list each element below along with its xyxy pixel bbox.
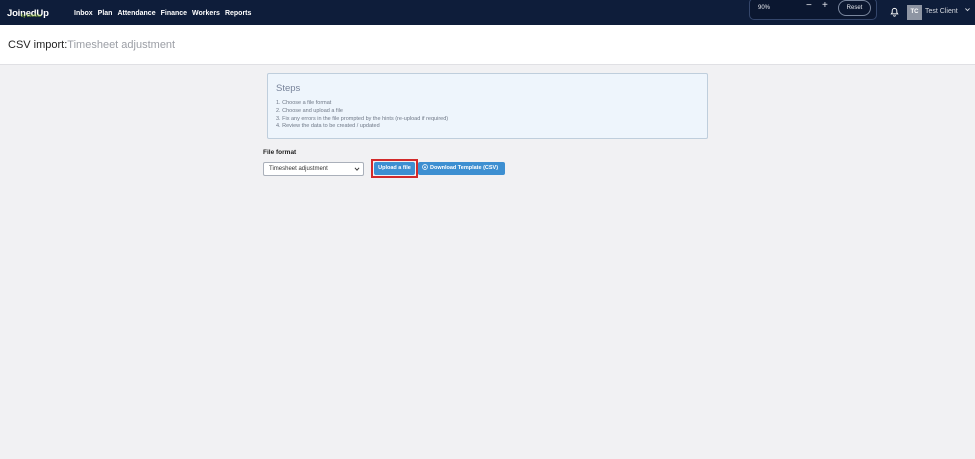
chevron-down-icon[interactable]: [964, 6, 971, 13]
steps-list: 1. Choose a file format 2. Choose and up…: [276, 100, 448, 131]
download-template-label: Download Template (CSV): [430, 165, 499, 171]
file-format-selected-value: Timesheet adjustment: [269, 166, 328, 172]
page-header: CSV import:Timesheet adjustment: [0, 25, 975, 65]
joinedup-logo[interactable]: JoinedUp by beeline: [7, 4, 49, 20]
avatar[interactable]: TC: [907, 5, 922, 20]
nav-reports[interactable]: Reports: [225, 10, 251, 17]
nav-inbox[interactable]: Inbox: [74, 10, 93, 17]
nav-workers[interactable]: Workers: [192, 10, 220, 17]
zoom-level: 90%: [758, 5, 771, 11]
step-item: 4. Review the data to be created / updat…: [276, 123, 380, 130]
download-icon: [422, 164, 428, 170]
logo-subtext: by beeline: [21, 13, 42, 18]
step-item: 3. Fix any errors in the file prompted b…: [276, 115, 449, 122]
step-item: 2. Choose and upload a file: [276, 107, 343, 114]
zoom-control: 90% − + Reset: [749, 0, 877, 20]
steps-title: Steps: [276, 83, 301, 94]
steps-panel: Steps 1. Choose a file format 2. Choose …: [267, 73, 708, 139]
zoom-out-button[interactable]: −: [806, 0, 812, 11]
nav-plan[interactable]: Plan: [98, 10, 113, 17]
upload-file-button[interactable]: Upload a file: [374, 162, 415, 175]
file-format-label: File format: [263, 149, 297, 156]
zoom-reset-button[interactable]: Reset: [838, 0, 871, 16]
nav-attendance[interactable]: Attendance: [117, 10, 155, 17]
download-template-button[interactable]: Download Template (CSV): [418, 162, 505, 175]
file-format-select[interactable]: Timesheet adjustment: [263, 162, 364, 176]
nav-finance[interactable]: Finance: [161, 10, 187, 17]
chevron-down-icon: [354, 167, 360, 171]
zoom-in-button[interactable]: +: [822, 0, 828, 11]
page-subtitle: Timesheet adjustment: [67, 39, 176, 51]
main-nav: Inbox Plan Attendance Finance Workers Re…: [74, 10, 251, 17]
page-title-text: CSV import:: [8, 39, 68, 51]
top-navigation-bar: JoinedUp by beeline Inbox Plan Attendanc…: [0, 0, 975, 25]
bell-icon[interactable]: [889, 7, 900, 18]
page-title: CSV import:Timesheet adjustment: [8, 39, 175, 51]
user-name[interactable]: Test Client: [925, 8, 958, 15]
step-item: 1. Choose a file format: [276, 100, 332, 106]
